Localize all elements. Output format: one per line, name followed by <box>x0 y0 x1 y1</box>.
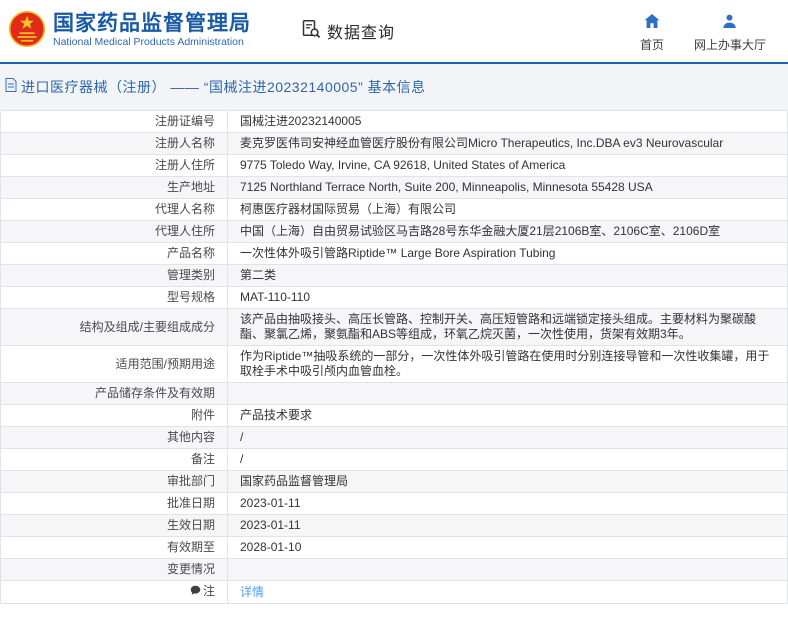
row-label: 注册人住所 <box>0 154 228 177</box>
table-row: 管理类别 第二类 <box>0 264 788 287</box>
row-value: 该产品由抽吸接头、高压长管路、控制开关、高压短管路和远端锁定接头组成。主要材料为… <box>227 308 788 346</box>
table-row: 备注 / <box>0 448 788 471</box>
row-label: 结构及组成/主要组成成分 <box>0 308 228 346</box>
data-query-tab[interactable]: 数据查询 <box>301 19 395 44</box>
table-row: 注册人住所 9775 Toledo Way, Irvine, CA 92618, … <box>0 154 788 177</box>
row-label: 注册人名称 <box>0 132 228 155</box>
agency-title-cn: 国家药品监督管理局 <box>53 12 251 36</box>
nav-home-label: 首页 <box>639 37 664 52</box>
row-value <box>227 382 788 405</box>
china-national-emblem-icon <box>8 8 46 55</box>
row-label: 产品储存条件及有效期 <box>0 382 228 405</box>
row-value: 9775 Toledo Way, Irvine, CA 92618, Unite… <box>227 154 788 177</box>
table-row: 变更情况 <box>0 558 788 581</box>
table-row: 批准日期 2023-01-11 <box>0 492 788 515</box>
row-value: MAT-110-110 <box>227 286 788 309</box>
agency-titles: 国家药品监督管理局 National Medical Products Admi… <box>53 13 251 49</box>
row-value: 国械注进20232140005 <box>227 110 788 133</box>
row-label: 附件 <box>0 404 228 427</box>
breadcrumb-text: 进口医疗器械（注册） —— “国械注进20232140005” 基本信息 <box>21 79 426 95</box>
row-value: / <box>227 426 788 449</box>
agency-title-en: National Medical Products Administration <box>53 36 244 49</box>
row-value: 产品技术要求 <box>227 404 788 427</box>
doc-search-icon <box>301 19 321 44</box>
table-row: 生产地址 7125 Northland Terrace North, Suite … <box>0 176 788 199</box>
table-row: 注册人名称 麦克罗医伟司安神经血管医疗股份有限公司Micro Therapeuti… <box>0 132 788 155</box>
data-query-label: 数据查询 <box>327 25 396 42</box>
row-value: / <box>227 448 788 471</box>
nav-home[interactable]: 首页 <box>639 13 664 53</box>
row-label: 审批部门 <box>0 470 228 493</box>
detail-link[interactable]: 详情 <box>240 585 264 599</box>
row-value <box>227 558 788 581</box>
row-value: 麦克罗医伟司安神经血管医疗股份有限公司Micro Therapeutics, I… <box>227 132 788 155</box>
table-row: 注册证编号 国械注进20232140005 <box>0 110 788 133</box>
table-row: 附件 产品技术要求 <box>0 404 788 427</box>
table-row: 结构及组成/主要组成成分 该产品由抽吸接头、高压长管路、控制开关、高压短管路和远端… <box>0 308 788 346</box>
table-row: 产品名称 一次性体外吸引管路Riptide™ Large Bore Aspirat… <box>0 242 788 265</box>
table-row: 代理人住所 中国（上海）自由贸易试验区马吉路28号东华金融大厦21层2106B室、… <box>0 220 788 243</box>
table-row: 生效日期 2023-01-11 <box>0 514 788 537</box>
table-row: 型号规格 MAT-110-110 <box>0 286 788 309</box>
row-value: 2023-01-11 <box>227 514 788 537</box>
row-label: 管理类别 <box>0 264 228 287</box>
row-value: 柯惠医疗器材国际贸易（上海）有限公司 <box>227 198 788 221</box>
row-label: 产品名称 <box>0 242 228 265</box>
row-value: 2028-01-10 <box>227 536 788 559</box>
row-label: 注 <box>0 580 228 604</box>
table-row: 产品储存条件及有效期 <box>0 382 788 405</box>
row-label: 备注 <box>0 448 228 471</box>
row-label: 代理人住所 <box>0 220 228 243</box>
person-icon <box>722 14 737 33</box>
row-label: 批准日期 <box>0 492 228 515</box>
row-label: 生效日期 <box>0 514 228 537</box>
row-value: 国家药品监督管理局 <box>227 470 788 493</box>
row-label: 有效期至 <box>0 536 228 559</box>
breadcrumb: 进口医疗器械（注册） —— “国械注进20232140005” 基本信息 <box>5 77 426 97</box>
note-icon <box>190 585 201 600</box>
row-label: 生产地址 <box>0 176 228 199</box>
table-row: 适用范围/预期用途 作为Riptide™抽吸系统的一部分，一次性体外吸引管路在使用… <box>0 345 788 383</box>
breadcrumb-band: 进口医疗器械（注册） —— “国械注进20232140005” 基本信息 <box>0 64 788 110</box>
row-value: 7125 Northland Terrace North, Suite 200,… <box>227 176 788 199</box>
row-value: 中国（上海）自由贸易试验区马吉路28号东华金融大厦21层2106B室、2106C… <box>227 220 788 243</box>
row-label: 适用范围/预期用途 <box>0 345 228 383</box>
agency-logo: 国家药品监督管理局 National Medical Products Admi… <box>8 8 251 55</box>
nav-online-service-hall-label: 网上办事大厅 <box>693 37 766 52</box>
row-label: 代理人名称 <box>0 198 228 221</box>
row-value: 第二类 <box>227 264 788 287</box>
table-row: 有效期至 2028-01-10 <box>0 536 788 559</box>
header-nav: 首页 网上办事大厅 <box>639 13 766 53</box>
nav-online-service-hall[interactable]: 网上办事大厅 <box>694 14 766 53</box>
info-table-body: 注册证编号 国械注进20232140005 注册人名称 麦克罗医伟司安神经血管医疗股份… <box>0 110 788 604</box>
row-label: 其他内容 <box>0 426 228 449</box>
registration-info-table: 注册证编号 国械注进20232140005 注册人名称 麦克罗医伟司安神经血管医疗股份… <box>0 110 788 604</box>
row-label: 变更情况 <box>0 558 228 581</box>
table-row: 审批部门 国家药品监督管理局 <box>0 470 788 493</box>
row-label: 注册证编号 <box>0 110 228 133</box>
row-value: 2023-01-11 <box>227 492 788 515</box>
table-row: 代理人名称 柯惠医疗器材国际贸易（上海）有限公司 <box>0 198 788 221</box>
row-value: 详情 <box>227 580 788 604</box>
row-label: 型号规格 <box>0 286 228 309</box>
table-row: 其他内容 / <box>0 426 788 449</box>
row-value: 作为Riptide™抽吸系统的一部分，一次性体外吸引管路在使用时分别连接导管和一… <box>227 345 788 383</box>
row-value: 一次性体外吸引管路Riptide™ Large Bore Aspiration … <box>227 242 788 265</box>
home-icon <box>644 13 660 33</box>
document-icon <box>5 77 17 97</box>
table-row: 注详情 <box>0 580 788 604</box>
site-header: 国家药品监督管理局 National Medical Products Admi… <box>0 0 788 62</box>
